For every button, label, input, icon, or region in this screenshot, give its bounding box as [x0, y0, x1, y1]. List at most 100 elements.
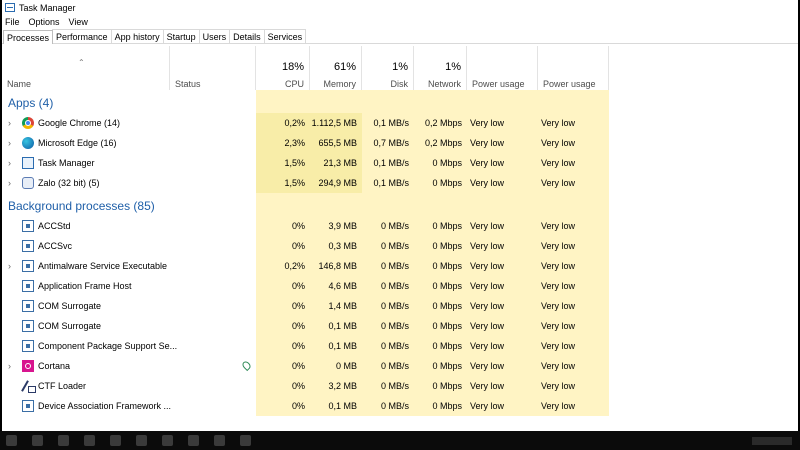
tab-details[interactable]: Details — [229, 29, 265, 43]
zalo-taskbar-icon[interactable] — [214, 435, 225, 446]
disk-cell: 0 MB/s — [362, 256, 414, 276]
expand-chevron-icon[interactable]: › — [8, 356, 11, 376]
table-row[interactable]: Device Association Framework ... 0% 0,1 MB… — [2, 396, 798, 416]
service-icon — [22, 280, 34, 292]
memory-cell: 1.112,5 MB — [310, 113, 362, 133]
network-cell: 0 Mbps — [414, 153, 467, 173]
menu-file[interactable]: File — [5, 17, 20, 27]
disk-cell: 0 MB/s — [362, 356, 414, 376]
power-usage-trend-cell: Very low — [538, 356, 609, 376]
group-background-processes[interactable]: Background processes (85) — [2, 193, 798, 216]
power-usage-cell: Very low — [467, 236, 538, 256]
column-header-disk[interactable]: 1% Disk — [362, 46, 414, 90]
memory-cell: 0,1 MB — [310, 316, 362, 336]
expand-chevron-icon[interactable]: › — [8, 133, 11, 153]
memory-cell: 0,1 MB — [310, 396, 362, 416]
table-row[interactable]: Component Package Support Se... 0% 0,1 MB 0… — [2, 336, 798, 356]
table-row[interactable]: COM Surrogate 0% 1,4 MB 0 MB/s 0 Mbps Very lo… — [2, 296, 798, 316]
power-usage-trend-cell: Very low — [538, 153, 609, 173]
file-explorer-icon[interactable] — [84, 435, 95, 446]
task-manager-taskbar-icon[interactable] — [240, 435, 251, 446]
edge-taskbar-icon[interactable] — [110, 435, 121, 446]
service-icon — [22, 260, 34, 272]
cpu-cell: 0% — [256, 276, 310, 296]
process-name: ACCStd — [38, 221, 71, 231]
group-apps[interactable]: Apps (4) — [2, 90, 798, 113]
power-usage-trend-cell: Very low — [538, 173, 609, 193]
menu-options[interactable]: Options — [29, 17, 60, 27]
window-title: Task Manager — [19, 2, 76, 13]
process-name: Application Frame Host — [38, 281, 132, 291]
process-name: COM Surrogate — [38, 321, 102, 331]
table-row[interactable]: ACCSvc 0% 0,3 MB 0 MB/s 0 Mbps Very low Very l… — [2, 236, 798, 256]
chrome-icon — [22, 117, 34, 129]
process-name: CTF Loader — [38, 381, 87, 391]
expand-chevron-icon[interactable]: › — [8, 113, 11, 133]
table-row[interactable]: › Cortana 0% 0 MB 0 MB/s 0 Mbps Very low Very l… — [2, 356, 798, 376]
tab-processes[interactable]: Processes — [3, 30, 54, 44]
network-cell: 0 Mbps — [414, 236, 467, 256]
cpu-cell: 0% — [256, 356, 310, 376]
table-row[interactable]: › Microsoft Edge (16) 2,3% 655,5 MB 0,7 MB/s… — [2, 133, 798, 153]
task-view-icon[interactable] — [58, 435, 69, 446]
service-icon — [22, 220, 34, 232]
power-usage-cell: Very low — [467, 153, 538, 173]
disk-cell: 0,1 MB/s — [362, 113, 414, 133]
start-icon[interactable] — [6, 435, 17, 446]
table-row[interactable]: › Google Chrome (14) 0,2% 1.112,5 MB 0,1 MB/… — [2, 113, 798, 133]
chrome-taskbar-icon[interactable] — [136, 435, 147, 446]
menu-bar: File Options View — [2, 15, 798, 29]
edge-icon — [22, 137, 34, 149]
service-icon — [22, 300, 34, 312]
system-tray-clock[interactable] — [752, 436, 792, 445]
disk-cell: 0 MB/s — [362, 236, 414, 256]
power-usage-trend-cell: Very low — [538, 256, 609, 276]
table-row[interactable]: › Antimalware Service Executable 0,2% 146,8… — [2, 256, 798, 276]
cpu-cell: 0% — [256, 236, 310, 256]
table-row[interactable]: ACCStd 0% 3,9 MB 0 MB/s 0 Mbps Very low Very l… — [2, 216, 798, 236]
column-header-network[interactable]: 1% Network — [414, 46, 467, 90]
table-row[interactable]: COM Surrogate 0% 0,1 MB 0 MB/s 0 Mbps Very lo… — [2, 316, 798, 336]
cpu-cell: 0% — [256, 396, 310, 416]
power-usage-cell: Very low — [467, 316, 538, 336]
tab-app-history[interactable]: App history — [110, 29, 164, 43]
cpu-cell: 1,5% — [256, 173, 310, 193]
power-usage-trend-cell: Very low — [538, 296, 609, 316]
expand-chevron-icon[interactable]: › — [8, 256, 11, 276]
table-row[interactable]: CTF Loader 0% 3,2 MB 0 MB/s 0 Mbps Very low Ve… — [2, 376, 798, 396]
tab-performance[interactable]: Performance — [52, 29, 112, 43]
tab-users[interactable]: Users — [198, 29, 231, 43]
group-title-background: Background processes (85) — [8, 199, 155, 213]
power-usage-cell: Very low — [467, 396, 538, 416]
process-name: Antimalware Service Executable — [38, 261, 168, 271]
disk-cell: 0 MB/s — [362, 396, 414, 416]
suspended-leaf-icon — [240, 359, 253, 372]
table-row[interactable]: › Zalo (32 bit) (5) 1,5% 294,9 MB 0,1 MB/s 0 … — [2, 173, 798, 193]
column-header-name[interactable]: ⌃ Name — [2, 46, 170, 90]
tab-services[interactable]: Services — [263, 29, 307, 43]
word-taskbar-icon[interactable] — [162, 435, 173, 446]
excel-taskbar-icon[interactable] — [188, 435, 199, 446]
process-name: COM Surrogate — [38, 301, 102, 311]
power-usage-cell: Very low — [467, 336, 538, 356]
search-icon[interactable] — [32, 435, 43, 446]
power-usage-trend-cell: Very low — [538, 376, 609, 396]
disk-cell: 0 MB/s — [362, 276, 414, 296]
column-header-memory[interactable]: 61% Memory — [310, 46, 362, 90]
column-header-power-usage-trend[interactable]: Power usage tr... — [538, 46, 609, 99]
expand-chevron-icon[interactable]: › — [8, 153, 11, 173]
cpu-cell: 0,2% — [256, 113, 310, 133]
table-row[interactable]: Application Frame Host 0% 4,6 MB 0 MB/s 0 Mb… — [2, 276, 798, 296]
column-header-status[interactable]: Status — [170, 46, 256, 90]
cpu-cell: 0% — [256, 336, 310, 356]
column-header-cpu[interactable]: 18% CPU — [256, 46, 310, 90]
tab-startup[interactable]: Startup — [162, 29, 200, 43]
power-usage-trend-cell: Very low — [538, 133, 609, 153]
expand-chevron-icon[interactable]: › — [8, 173, 11, 193]
power-usage-cell: Very low — [467, 296, 538, 316]
table-row[interactable]: › Task Manager 1,5% 21,3 MB 0,1 MB/s 0 Mbps Ve… — [2, 153, 798, 173]
column-header-power-usage[interactable]: Power usage — [467, 46, 538, 90]
menu-view[interactable]: View — [69, 17, 88, 27]
power-usage-cell: Very low — [467, 256, 538, 276]
disk-cell: 0,1 MB/s — [362, 153, 414, 173]
